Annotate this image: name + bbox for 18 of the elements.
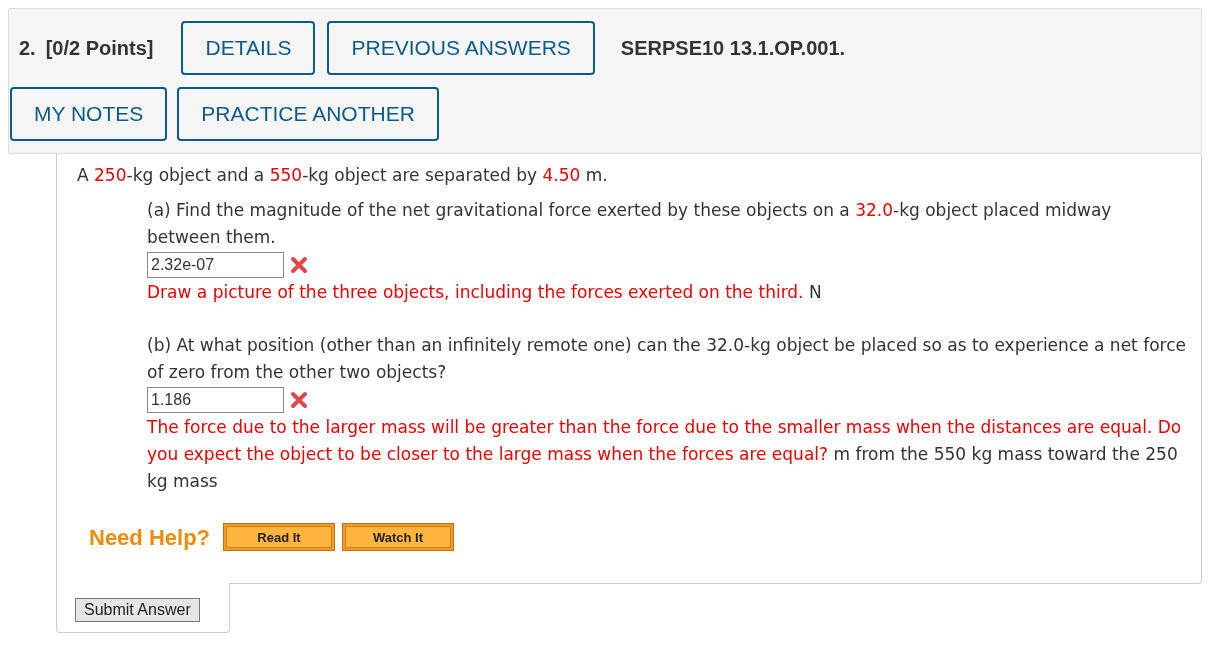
need-help-label: Need Help? xyxy=(89,523,211,551)
question-text: A 250-kg object and a 550-kg object are separated by 4.50 m. xyxy=(77,164,609,187)
header-button[interactable]: PREVIOUS ANSWERS xyxy=(327,21,595,75)
header-button[interactable]: DETAILS xyxy=(181,21,316,75)
question-number: 2. xyxy=(19,36,36,60)
header-button[interactable]: MY NOTES xyxy=(10,87,168,141)
part-question-text: (b) At what position (other than an infinitely remote one) can the 32.0-kg object be placed so as to experience a net force of zero from the other two objects? xyxy=(147,334,1187,384)
points-label: [0/2 Points] xyxy=(45,36,154,60)
part-question-text: (a) Find the magnitude of the net gravitational force exerted by these objects on a 32.0-kg object placed midway between them. xyxy=(147,199,1113,249)
help-button[interactable]: Read It xyxy=(223,523,336,551)
feedback-text: Draw a picture of the three objects, including the forces exerted on the third. N xyxy=(147,281,823,304)
help-button[interactable]: Watch It xyxy=(342,523,455,551)
question-code: SERPSE10 13.1.OP.001. xyxy=(620,36,846,60)
answer-field[interactable]: 2.32e-07 xyxy=(147,252,284,278)
feedback-text: The force due to the larger mass will be greater than the force due to the smaller mass when the distances are equal. Do you expect the object to be closer to the large mass when the forces are equal? m from the 550 kg mass toward the 250 kg mass xyxy=(147,416,1183,493)
submit-answer-button[interactable]: Submit Answer xyxy=(75,598,200,622)
answer-field[interactable]: 1.186 xyxy=(147,387,284,413)
header-button[interactable]: PRACTICE ANOTHER xyxy=(177,87,439,141)
